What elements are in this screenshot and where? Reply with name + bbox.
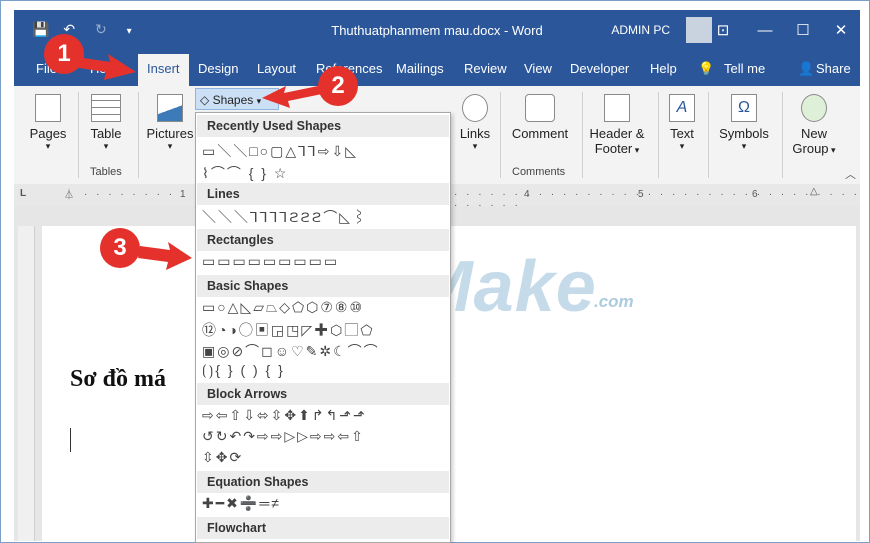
step-callout-2: 2 <box>318 66 358 106</box>
callout-arrows <box>66 54 322 270</box>
arrow-2 <box>262 86 322 108</box>
arrow-3 <box>138 242 192 270</box>
step-callout-3: 3 <box>100 228 140 268</box>
step-callout-1: 1 <box>44 34 84 74</box>
